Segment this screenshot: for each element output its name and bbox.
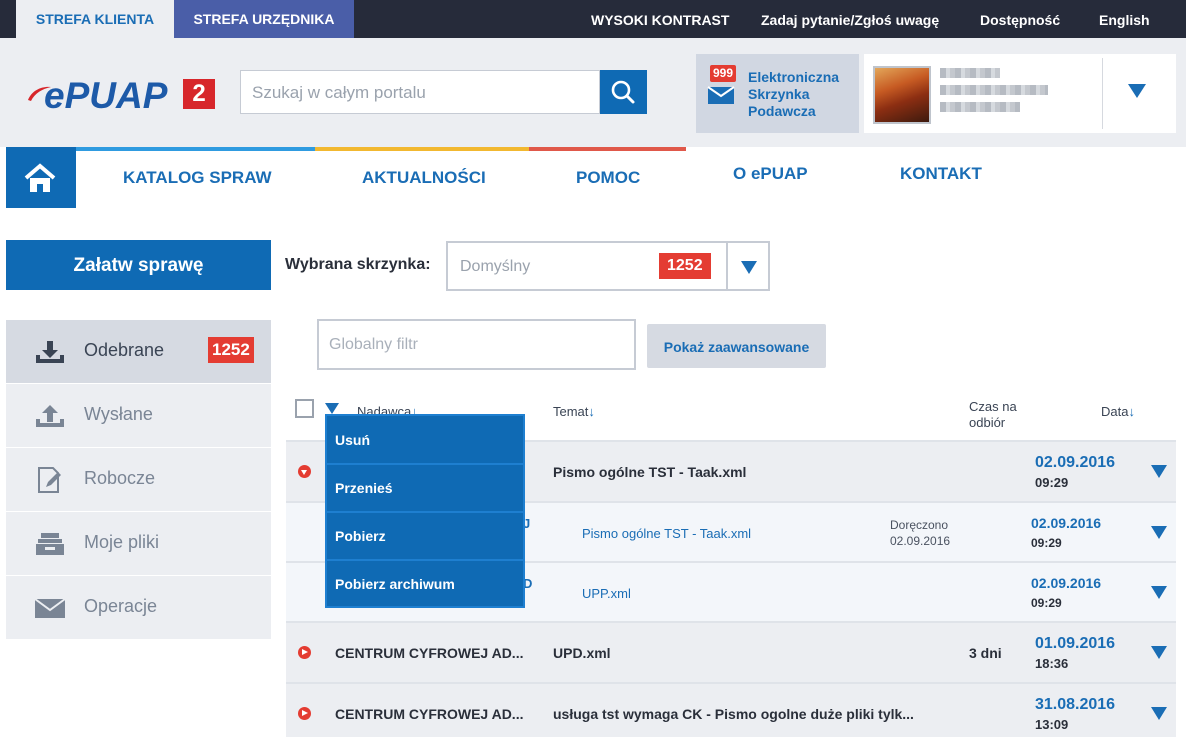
home-button[interactable] bbox=[6, 147, 76, 208]
row-subject: usługa tst wymaga CK - Pismo ogolne duże… bbox=[553, 706, 914, 722]
main-nav: KATALOG SPRAW AKTUALNOŚCI POMOC O ePUAP … bbox=[0, 147, 1186, 208]
language-link[interactable]: English bbox=[1099, 0, 1150, 38]
column-header-time-to-collect[interactable]: Czas na odbiór bbox=[969, 399, 1029, 431]
mailbox-value: Domyślny bbox=[460, 258, 531, 275]
nav-stripe-red bbox=[529, 147, 686, 151]
nav-item-kontakt[interactable]: KONTAKT bbox=[900, 164, 982, 184]
row-status: Doręczono 02.09.2016 bbox=[890, 518, 951, 548]
collapse-icon[interactable] bbox=[298, 465, 311, 478]
download-tray-icon bbox=[36, 341, 64, 363]
inbox-envelope-icon bbox=[707, 86, 735, 104]
tab-client-zone[interactable]: STREFA KLIENTA bbox=[16, 0, 174, 38]
row-date: 02.09.2016 bbox=[1031, 575, 1102, 591]
row-chevron-down-icon[interactable] bbox=[1151, 586, 1167, 599]
avatar[interactable] bbox=[873, 66, 931, 124]
mailbox-select[interactable]: Domyślny 1252 bbox=[446, 241, 770, 291]
nav-stripe-blue bbox=[76, 147, 315, 151]
nav-stripe-yellow bbox=[315, 147, 529, 151]
logo-version-badge: 2 bbox=[183, 79, 215, 109]
expand-icon[interactable] bbox=[298, 707, 311, 720]
draft-edit-icon bbox=[38, 467, 61, 493]
sidebar-item-operations[interactable]: Operacje bbox=[6, 576, 271, 639]
user-panel bbox=[864, 54, 1176, 133]
menu-item-download-archive[interactable]: Pobierz archiwum bbox=[327, 560, 523, 608]
sidebar-item-sent[interactable]: Wysłane bbox=[6, 384, 271, 447]
row-sender: CENTRUM CYFROWEJ AD... bbox=[335, 645, 524, 661]
mailbox-label: Wybrana skrzynka: bbox=[285, 256, 431, 273]
nav-item-pomoc[interactable]: POMOC bbox=[576, 168, 640, 188]
sidebar-item-label: Wysłane bbox=[84, 404, 153, 424]
electronic-inbox-button[interactable]: 999 Elektroniczna Skrzynka Podawcza bbox=[696, 54, 859, 133]
mailbox-divider bbox=[726, 243, 728, 289]
high-contrast-link[interactable]: WYSOKI KONTRAST bbox=[591, 0, 729, 38]
bulk-actions-chevron-down-icon[interactable] bbox=[325, 403, 339, 414]
global-filter-input[interactable]: Globalny filtr bbox=[317, 319, 636, 370]
sidebar-item-my-files[interactable]: Moje pliki bbox=[6, 512, 271, 575]
menu-item-download[interactable]: Pobierz bbox=[327, 512, 523, 560]
header: ePUAP 2 Szukaj w całym portalu 999 Elekt… bbox=[0, 38, 1186, 147]
nav-item-aktualnosci[interactable]: AKTUALNOŚCI bbox=[362, 168, 486, 188]
sidebar-item-drafts[interactable]: Robocze bbox=[6, 448, 271, 511]
inbox-count-badge: 999 bbox=[710, 65, 737, 82]
user-menu-chevron-down-icon[interactable] bbox=[1128, 84, 1146, 98]
envelope-icon bbox=[34, 598, 66, 618]
sidebar-item-received[interactable]: Odebrane 1252 bbox=[6, 320, 271, 383]
chevron-down-icon[interactable] bbox=[741, 261, 757, 274]
received-count-badge: 1252 bbox=[208, 337, 254, 363]
row-subject-link[interactable]: Pismo ogólne TST - Taak.xml bbox=[582, 526, 751, 541]
row-date: 01.09.2016 bbox=[1035, 635, 1116, 652]
row-date: 02.09.2016 bbox=[1035, 454, 1116, 471]
menu-item-move[interactable]: Przenieś bbox=[327, 464, 523, 512]
search-button[interactable] bbox=[600, 70, 647, 114]
upload-tray-icon bbox=[36, 405, 64, 427]
accessibility-link[interactable]: Dostępność bbox=[980, 0, 1060, 38]
column-header-subject[interactable]: Temat↓ bbox=[553, 404, 595, 419]
row-time: 09:29 bbox=[1031, 596, 1062, 610]
sidebar-item-label: Robocze bbox=[84, 468, 156, 488]
row-time: 18:36 bbox=[1035, 656, 1069, 671]
nav-item-o-epuap[interactable]: O ePUAP bbox=[733, 164, 808, 184]
bulk-actions-menu: Usuń Przenieś Pobierz Pobierz archiwum bbox=[325, 414, 525, 608]
row-chevron-down-icon[interactable] bbox=[1151, 526, 1167, 539]
ask-question-link[interactable]: Zadaj pytanie/Zgłoś uwagę bbox=[761, 0, 939, 38]
sidebar-item-label: Moje pliki bbox=[84, 532, 160, 552]
sidebar-item-label: Odebrane bbox=[84, 340, 165, 360]
row-time: 09:29 bbox=[1031, 536, 1062, 550]
tab-official-zone[interactable]: STREFA URZĘDNIKA bbox=[174, 0, 354, 38]
user-details-blurred bbox=[940, 68, 1050, 122]
row-chevron-down-icon[interactable] bbox=[1151, 465, 1167, 478]
select-all-checkbox[interactable] bbox=[295, 399, 314, 418]
search-input[interactable]: Szukaj w całym portalu bbox=[240, 70, 600, 114]
expand-icon[interactable] bbox=[298, 646, 311, 659]
menu-item-delete[interactable]: Usuń bbox=[327, 416, 523, 464]
row-chevron-down-icon[interactable] bbox=[1151, 646, 1167, 659]
mailbox-count-badge: 1252 bbox=[659, 253, 711, 279]
home-icon bbox=[24, 163, 56, 192]
table-row[interactable]: CENTRUM CYFROWEJ AD... UPD.xml 3 dni 01.… bbox=[286, 623, 1176, 682]
row-date: 02.09.2016 bbox=[1031, 515, 1102, 531]
row-time-to-collect: 3 dni bbox=[969, 645, 1002, 661]
row-subject-link[interactable]: UPP.xml bbox=[582, 586, 631, 601]
row-date: 31.08.2016 bbox=[1035, 696, 1116, 713]
nav-item-katalog-spraw[interactable]: KATALOG SPRAW bbox=[123, 168, 272, 188]
row-time: 13:09 bbox=[1035, 717, 1069, 732]
file-drawer-icon bbox=[36, 533, 64, 555]
top-bar: STREFA KLIENTA STREFA URZĘDNIKA WYSOKI K… bbox=[0, 0, 1186, 38]
logo-text: ePUAP bbox=[44, 75, 168, 116]
row-subject: UPD.xml bbox=[553, 645, 611, 661]
row-sender: CENTRUM CYFROWEJ AD... bbox=[335, 706, 524, 722]
user-divider bbox=[1102, 58, 1103, 129]
column-header-date[interactable]: Data↓ bbox=[1101, 404, 1135, 419]
inbox-label: Elektroniczna Skrzynka Podawcza bbox=[748, 69, 840, 119]
handle-case-button[interactable]: Załatw sprawę bbox=[6, 240, 271, 290]
search-icon bbox=[611, 80, 635, 104]
row-subject: Pismo ogólne TST - Taak.xml bbox=[553, 464, 747, 480]
row-chevron-down-icon[interactable] bbox=[1151, 707, 1167, 720]
show-advanced-button[interactable]: Pokaż zaawansowane bbox=[647, 324, 826, 368]
epuap-logo[interactable]: ePUAP 2 bbox=[26, 75, 216, 116]
table-row[interactable]: CENTRUM CYFROWEJ AD... usługa tst wymaga… bbox=[286, 684, 1176, 737]
sidebar-item-label: Operacje bbox=[84, 596, 158, 616]
row-time: 09:29 bbox=[1035, 475, 1069, 490]
